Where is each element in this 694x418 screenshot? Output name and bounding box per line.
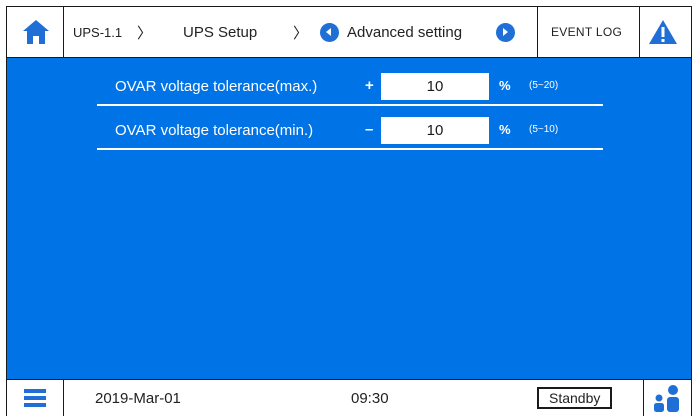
breadcrumb-separator: 〉: [293, 24, 309, 42]
status-badge: Standby: [537, 387, 613, 409]
home-icon: [23, 20, 49, 44]
bottom-bar: 2019-Mar-01 09:30 Standby: [7, 379, 691, 416]
breadcrumb-ups-setup[interactable]: UPS Setup: [183, 7, 257, 57]
divider: [63, 7, 64, 57]
user-icon: [654, 385, 679, 412]
row-divider: [97, 104, 603, 106]
setting-sign: +: [365, 77, 374, 94]
setting-range: (5~20): [529, 80, 559, 91]
menu-icon: [24, 389, 46, 407]
setting-sign: –: [365, 121, 374, 138]
next-page-button[interactable]: [493, 7, 517, 57]
page-title: Advanced setting: [347, 23, 463, 41]
menu-button[interactable]: [15, 380, 55, 416]
prev-icon: [319, 22, 339, 42]
setting-label: OVAR voltage tolerance(min.): [115, 122, 314, 139]
date-display: 2019-Mar-01: [95, 389, 181, 407]
divider: [639, 7, 640, 57]
previous-page-button[interactable]: [317, 7, 341, 57]
breadcrumb-separator: 〉: [137, 24, 153, 42]
setting-unit: %: [499, 122, 511, 137]
alert-button[interactable]: [643, 7, 683, 57]
setting-range: (5~10): [529, 124, 559, 135]
ups-screen: UPS-1.1 〉 UPS Setup 〉 Advanced setting E…: [6, 6, 692, 416]
breadcrumb-ups-id[interactable]: UPS-1.1: [73, 7, 122, 57]
setting-unit: %: [499, 78, 511, 93]
alert-icon: [649, 20, 677, 44]
event-log-button[interactable]: EVENT LOG: [551, 7, 622, 57]
divider: [643, 380, 644, 416]
next-icon: [495, 22, 515, 42]
home-button[interactable]: [13, 7, 59, 57]
divider: [63, 380, 64, 416]
setting-row-ovar-min: OVAR voltage tolerance(min.) – 10 % (5~1…: [97, 112, 603, 150]
setting-row-ovar-max: OVAR voltage tolerance(max.) + 10 % (5~2…: [97, 68, 603, 106]
ovar-max-input[interactable]: 10: [381, 73, 489, 100]
settings-panel: OVAR voltage tolerance(max.) + 10 % (5~2…: [7, 58, 691, 379]
row-divider: [97, 148, 603, 150]
ovar-min-input[interactable]: 10: [381, 117, 489, 144]
setting-label: OVAR voltage tolerance(max.): [115, 78, 318, 95]
user-button[interactable]: [647, 380, 687, 416]
top-bar: UPS-1.1 〉 UPS Setup 〉 Advanced setting E…: [7, 7, 691, 58]
divider: [537, 7, 538, 57]
time-display: 09:30: [351, 389, 389, 407]
